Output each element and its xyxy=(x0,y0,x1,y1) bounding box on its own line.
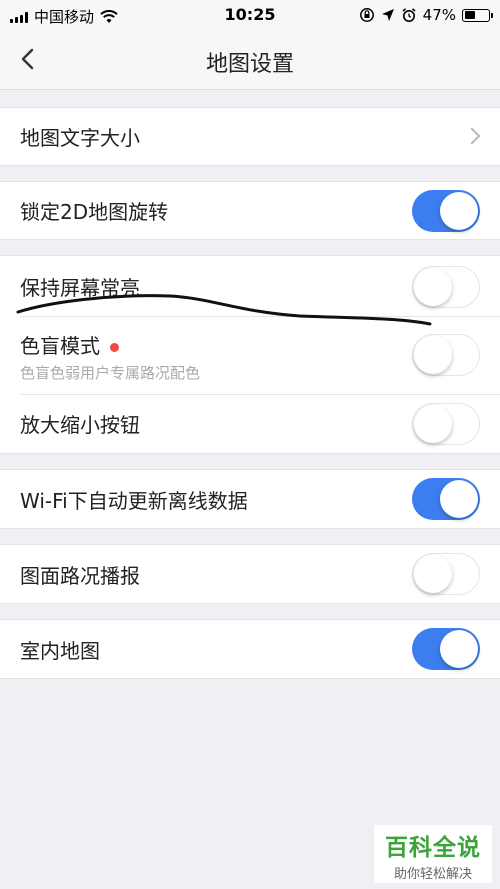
colorblind-toggle[interactable] xyxy=(412,334,480,376)
settings-group-lock: 锁定2D地图旋转 xyxy=(0,181,500,240)
traffic-broadcast-toggle[interactable] xyxy=(412,553,480,595)
setting-label: 锁定2D地图旋转 xyxy=(20,200,169,224)
location-arrow-icon xyxy=(381,9,394,21)
lock-2d-toggle[interactable] xyxy=(412,190,480,232)
indoor-map-toggle[interactable] xyxy=(412,628,480,670)
watermark-sub-text: 助你轻松解决 xyxy=(393,867,472,882)
rotation-lock-icon xyxy=(359,8,374,22)
setting-row-keep-screen-on: 保持屏幕常亮 xyxy=(0,256,500,316)
battery-icon xyxy=(462,8,493,22)
setting-row-indoor-map: 室内地图 xyxy=(0,620,500,678)
zoom-buttons-toggle[interactable] xyxy=(412,403,480,445)
status-bar: 中国移动 10:25 47% xyxy=(0,0,500,30)
setting-label: 地图文字大小 xyxy=(20,126,140,150)
status-right: 47% xyxy=(359,6,493,24)
page-title: 地图设置 xyxy=(205,52,294,77)
setting-row-lock-2d: 锁定2D地图旋转 xyxy=(0,182,500,239)
setting-label: Wi-Fi下自动更新离线数据 xyxy=(20,489,248,513)
setting-subtitle: 色盲色弱用户专属路况配色 xyxy=(20,364,201,382)
setting-label: 色盲模式 xyxy=(20,330,119,359)
setting-row-zoom-buttons: 放大缩小按钮 xyxy=(0,394,500,453)
setting-row-traffic-broadcast: 图面路况播报 xyxy=(0,545,500,603)
settings-group-traffic: 图面路况播报 xyxy=(0,544,500,604)
keep-screen-on-toggle[interactable] xyxy=(412,266,480,308)
setting-row-font-size[interactable]: 地图文字大小 xyxy=(0,108,500,165)
new-badge-dot xyxy=(110,343,119,352)
setting-label: 保持屏幕常亮 xyxy=(20,276,140,300)
setting-row-wifi-update: Wi-Fi下自动更新离线数据 xyxy=(0,470,500,528)
battery-percent: 47% xyxy=(422,6,456,24)
nav-bar: 地图设置 xyxy=(0,30,500,90)
settings-group-indoor: 室内地图 xyxy=(0,619,500,679)
watermark-logo: 百科全说 助你轻松解决 xyxy=(374,825,492,883)
watermark-main-text: 百科全说 xyxy=(385,835,481,861)
chevron-right-icon xyxy=(463,127,481,145)
colorblind-label-text: 色盲模式 xyxy=(20,334,100,358)
setting-label: 室内地图 xyxy=(20,639,100,663)
setting-label: 图面路况播报 xyxy=(20,564,140,588)
wifi-update-toggle[interactable] xyxy=(412,478,480,520)
setting-row-colorblind: 色盲模式 色盲色弱用户专属路况配色 xyxy=(0,316,500,394)
alarm-icon xyxy=(402,8,416,22)
settings-group-display: 保持屏幕常亮 色盲模式 色盲色弱用户专属路况配色 放大缩小按钮 xyxy=(0,255,500,454)
setting-label: 放大缩小按钮 xyxy=(20,413,140,437)
settings-group-offline: Wi-Fi下自动更新离线数据 xyxy=(0,469,500,529)
settings-group-font: 地图文字大小 xyxy=(0,107,500,166)
